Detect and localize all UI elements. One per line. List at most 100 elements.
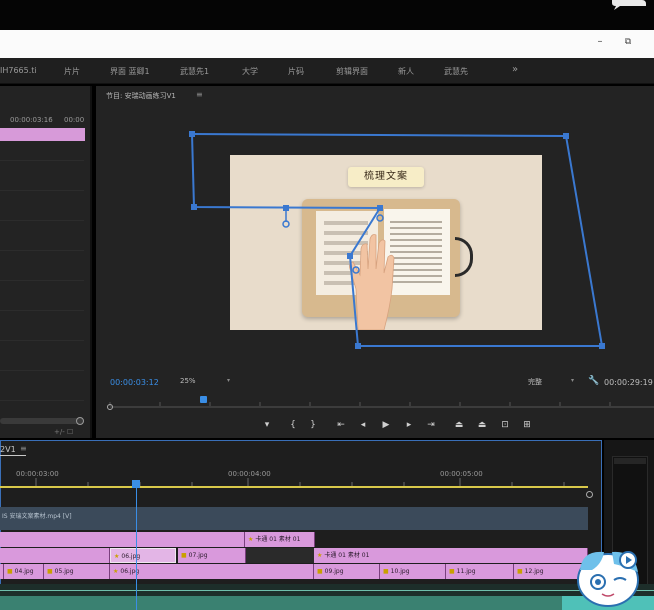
timeline-clip-selected[interactable]: ★ 06.jpg <box>110 548 176 563</box>
work-area-bar[interactable] <box>0 486 588 488</box>
timeline-clip[interactable]: ★ 06.jpg <box>110 564 314 579</box>
timeline-clip[interactable]: ■ 09.jpg <box>314 564 380 579</box>
fx-badge-icon: ■ <box>383 568 389 575</box>
workspace-bar: IH7665.ti 片片 界面 蓝卿1 武慧先1 大学 片码 剪辑界面 新人 武… <box>0 58 654 84</box>
title-card: 梳理文案 <box>348 167 424 187</box>
timeline-gap[interactable] <box>246 548 314 563</box>
fx-badge-icon: ■ <box>7 568 13 575</box>
timeline-clip[interactable]: ■ 05.jpg <box>44 564 110 579</box>
audio-waveform <box>0 596 654 610</box>
fx-badge-icon: ★ <box>114 553 120 560</box>
fx-badge-icon: ■ <box>47 568 53 575</box>
duration-timecode: 00:00:29:19 <box>604 378 653 387</box>
sequence-tab[interactable]: 2V1 <box>0 445 16 454</box>
top-black-bar <box>0 0 654 30</box>
left-panel-clip-bar[interactable] <box>0 128 85 141</box>
divider <box>0 280 84 281</box>
clip-label: IS 安瑞文案素材.mp4 [V] <box>2 513 72 520</box>
title-card-text: 梳理文案 <box>364 171 408 182</box>
zoom-level-value: 25% <box>180 377 196 385</box>
active-tab-indicator <box>0 455 26 456</box>
timeline-playhead-line <box>136 488 137 610</box>
play-icon[interactable]: ▶ <box>379 419 393 431</box>
marker-icon[interactable]: ▾ <box>260 419 274 431</box>
timeline-clip[interactable] <box>0 548 110 563</box>
divider <box>0 400 84 401</box>
settings-icon[interactable]: ⊞ <box>520 419 534 431</box>
video-preview[interactable]: 梳理文案 <box>230 155 542 330</box>
chevron-down-icon: ▾ <box>226 377 230 384</box>
monitor-time-ruler[interactable] <box>106 392 654 406</box>
divider <box>0 340 84 341</box>
monitor-scrub-bar[interactable] <box>110 406 654 408</box>
fx-badge-icon: ■ <box>317 568 323 575</box>
left-panel-timecode: 00:00 <box>64 116 85 124</box>
divider <box>0 310 84 311</box>
resolution-value: 完整 <box>528 378 542 386</box>
step-back-icon[interactable]: ◂ <box>356 419 370 431</box>
go-to-in-icon[interactable]: ⇤ <box>334 419 348 431</box>
resolution-select[interactable]: 完整 ▾ <box>528 377 578 388</box>
divider <box>0 370 84 371</box>
timeline-clip[interactable] <box>0 532 245 547</box>
mark-in-icon[interactable]: { <box>286 419 300 431</box>
zoom-level-select[interactable]: 25% ▾ <box>180 377 234 388</box>
zoom-handle-icon[interactable] <box>76 417 84 425</box>
timeline-clip[interactable]: ★ 卡通 01 素材 01 <box>314 548 588 563</box>
more-workspaces-icon[interactable]: » <box>512 64 518 75</box>
chevron-down-icon: ▾ <box>570 377 574 384</box>
timeline-zoom-handle-icon[interactable] <box>586 491 593 498</box>
workspace-tab[interactable]: 剪辑界面 <box>336 66 368 77</box>
window-title-bar <box>0 30 654 58</box>
ruler-timecode: 00:00:03:00 <box>16 470 59 478</box>
timeline-clip[interactable]: ■ 10.jpg <box>380 564 446 579</box>
workspace-tab[interactable]: 武慧先 <box>444 66 468 77</box>
monitor-playhead[interactable] <box>200 396 207 403</box>
minimize-button[interactable]: – <box>594 36 606 48</box>
workspace-tab-fragment[interactable]: IH7665.ti <box>0 66 37 75</box>
chat-bubble-icon <box>612 0 646 10</box>
timeline-clip[interactable]: ★ 卡通 01 素材 01 <box>245 532 315 547</box>
divider <box>0 250 84 251</box>
left-panel-timecode: 00:00:03:16 <box>10 116 53 124</box>
workspace-tab[interactable]: 片码 <box>288 66 304 77</box>
workspace-tab[interactable]: 界面 蓝卿1 <box>110 66 150 77</box>
scrub-start-handle-icon[interactable] <box>107 404 113 410</box>
video-track-clip[interactable] <box>0 507 588 530</box>
fx-badge-icon: ★ <box>113 568 119 575</box>
workspace-tab[interactable]: 武慧先1 <box>180 66 209 77</box>
export-frame-icon[interactable]: ⊡ <box>498 419 512 431</box>
mark-out-icon[interactable]: } <box>306 419 320 431</box>
timeline-ruler[interactable] <box>0 478 590 486</box>
left-panel-scrollbar[interactable] <box>0 418 84 424</box>
fx-badge-icon: ■ <box>517 568 523 575</box>
wrench-icon[interactable]: 🔧 <box>588 376 599 386</box>
panel-menu-icon[interactable]: ≡ <box>196 90 203 99</box>
playhead-timecode[interactable]: 00:00:03:12 <box>110 378 159 387</box>
timeline-clip[interactable]: ■ 04.jpg <box>4 564 44 579</box>
fx-badge-icon: ★ <box>317 552 323 559</box>
board-handle-image <box>455 237 473 277</box>
left-panel-footer-icons[interactable]: +/- ☐ <box>54 428 73 436</box>
lift-icon[interactable]: ⏏ <box>452 419 466 431</box>
program-monitor-title[interactable]: 节目: 安瑞动画练习V1 <box>106 91 176 101</box>
step-forward-icon[interactable]: ▸ <box>402 419 416 431</box>
workspace-tab[interactable]: 片片 <box>64 66 80 77</box>
timeline-clip[interactable]: ■ 07.jpg <box>178 548 246 563</box>
divider <box>0 190 84 191</box>
workspace-tab[interactable]: 新人 <box>398 66 414 77</box>
ruler-timecode: 00:00:05:00 <box>440 470 483 478</box>
timeline-playhead[interactable] <box>132 480 140 488</box>
divider <box>0 220 84 221</box>
ruler-timecode: 00:00:04:00 <box>228 470 271 478</box>
divider <box>0 160 84 161</box>
go-to-out-icon[interactable]: ⇥ <box>424 419 438 431</box>
audio-volume-line[interactable] <box>0 590 654 591</box>
maximize-button[interactable]: ⧉ <box>622 36 634 48</box>
fx-badge-icon: ■ <box>181 552 187 559</box>
panel-menu-icon[interactable]: ≡ <box>20 444 27 453</box>
workspace-tab[interactable]: 大学 <box>242 66 258 77</box>
audio-meter-header <box>614 458 646 464</box>
extract-icon[interactable]: ⏏ <box>475 419 489 431</box>
timeline-clip[interactable]: ■ 11.jpg <box>446 564 514 579</box>
